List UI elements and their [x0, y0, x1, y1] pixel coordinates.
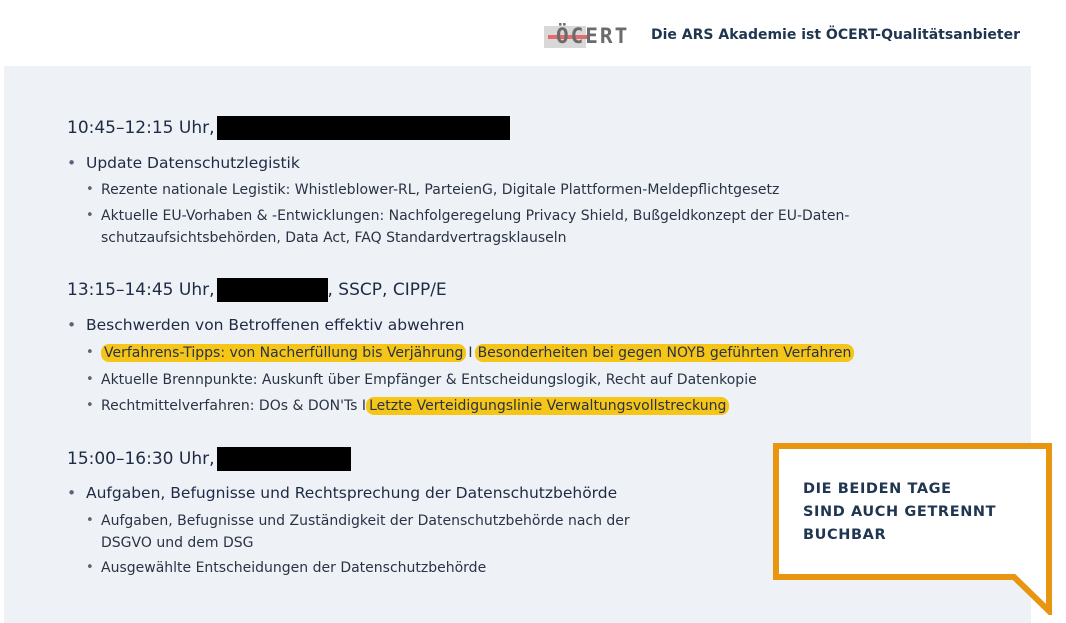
session-2-topic: Beschwerden von Betroffenen effektiv abw…: [67, 316, 464, 334]
separator: I: [468, 345, 473, 361]
session-2-heading: 13:15–14:45 Uhr, , SSCP, CIPP/E: [67, 278, 447, 302]
top-bar: ÖCERT Die ARS Akademie ist ÖCERT-Qualitä…: [0, 0, 1066, 66]
session-2-item-3-text: Rechtmittelverfahren: DOs & DON'Ts I: [101, 398, 367, 414]
session-3-topic: Aufgaben, Befugnisse und Rechtsprechung …: [67, 484, 617, 502]
oecert-logo: ÖCERT: [544, 22, 638, 52]
redacted-speaker: [216, 447, 351, 471]
session-1-item-2-line-1: Aktuelle EU-Vorhaben & -Entwicklungen: N…: [101, 208, 850, 224]
session-3-item-1: Aufgaben, Befugnisse und Zuständigkeit d…: [86, 510, 630, 554]
booking-callout: DIE BEIDEN TAGE SIND AUCH GETRENNT BUCHB…: [773, 443, 1052, 615]
callout-line-1: DIE BEIDEN TAGE: [803, 481, 952, 497]
session-2-credentials: , SSCP, CIPP/E: [327, 280, 447, 300]
redacted-speaker: [216, 116, 510, 140]
session-1-item-2-line-2: schutzaufsichtsbehörden, Data Act, FAQ S…: [101, 230, 567, 246]
session-3-time: 15:00–16:30 Uhr,: [67, 449, 215, 469]
session-3-heading: 15:00–16:30 Uhr,: [67, 447, 351, 471]
session-2-item-3: Rechtmittelverfahren: DOs & DON'Ts ILetz…: [86, 395, 730, 417]
callout-line-3: BUCHBAR: [803, 527, 887, 543]
session-2-item-2: Aktuelle Brennpunkte: Auskunft über Empf…: [86, 369, 757, 391]
session-1-time: 10:45–12:15 Uhr,: [67, 118, 215, 138]
callout-line-2: SIND AUCH GETRENNT: [803, 504, 997, 520]
highlight-noyb: Besonderheiten bei gegen NOYB geführten …: [474, 344, 855, 362]
provider-statement: Die ARS Akademie ist ÖCERT-Qualitätsanbi…: [651, 27, 1021, 43]
session-3-item-1-line-2: DSGVO und dem DSG: [101, 535, 254, 551]
session-1-heading: 10:45–12:15 Uhr,: [67, 116, 510, 140]
highlight-verfahrens-tipps: Verfahrens-Tipps: von Nacherfüllung bis …: [101, 344, 467, 362]
session-2-time: 13:15–14:45 Uhr,: [67, 280, 215, 300]
session-3-item-1-line-1: Aufgaben, Befugnisse und Zuständigkeit d…: [101, 513, 630, 529]
logo-text: ÖCERT: [556, 24, 630, 48]
callout-text: DIE BEIDEN TAGE SIND AUCH GETRENNT BUCHB…: [803, 478, 996, 547]
session-3-item-2: Ausgewählte Entscheidungen der Datenschu…: [86, 557, 486, 579]
session-1-item-1: Rezente nationale Legistik: Whistleblowe…: [86, 179, 779, 201]
highlight-verwaltungsvollstreckung: Letzte Verteidigungslinie Verwaltungsvol…: [366, 397, 730, 415]
redacted-speaker: [216, 278, 328, 302]
session-1-topic: Update Datenschutzlegistik: [67, 154, 300, 172]
session-2-item-1: Verfahrens-Tipps: von Nacherfüllung bis …: [86, 342, 855, 364]
session-1-item-2: Aktuelle EU-Vorhaben & -Entwicklungen: N…: [86, 205, 850, 249]
